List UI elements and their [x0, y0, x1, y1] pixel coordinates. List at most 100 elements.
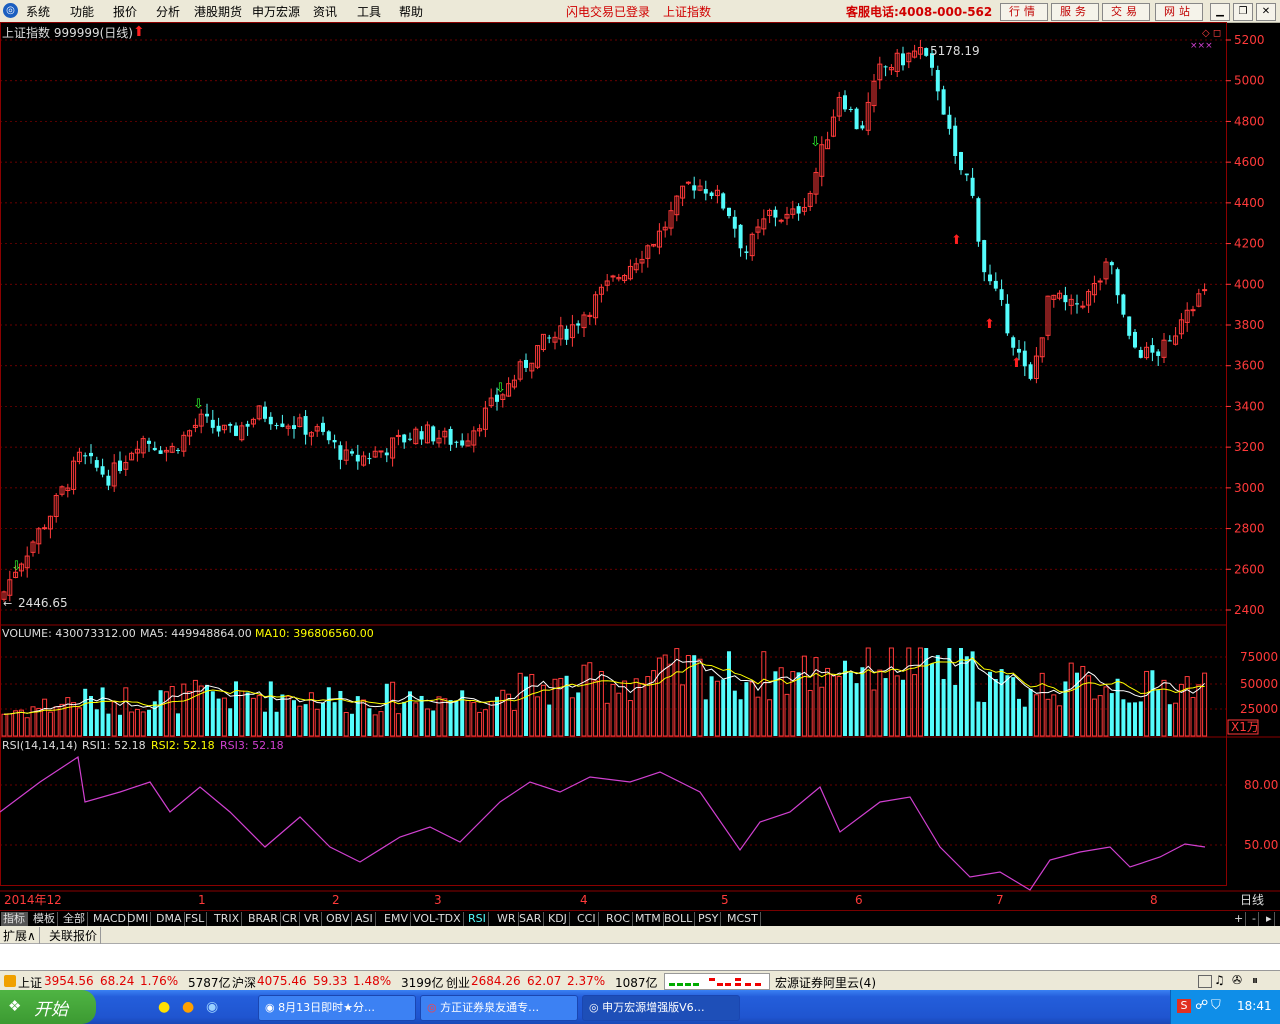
indicator-tab-kdj[interactable]: KDJ [546, 912, 570, 926]
volume-bar-up [784, 693, 790, 737]
indicator-tab-vr[interactable]: VR [302, 912, 323, 926]
candle-body-down [268, 416, 273, 425]
indicator-tab-模板[interactable]: 模板 [31, 912, 58, 926]
indicator-tab-mcst[interactable]: MCST [725, 912, 761, 926]
menu-analysis[interactable]: 分析 [156, 3, 180, 20]
start-button[interactable]: ❖ 开始 [0, 990, 96, 1024]
volume-bar-down [1121, 699, 1126, 736]
volume-bar-down [332, 702, 337, 736]
volume-bar-up [535, 696, 541, 737]
indicator-tab-asi[interactable]: ASI [353, 912, 376, 926]
indicator-tab-trix[interactable]: TRIX [212, 912, 243, 926]
task-fangzheng-window[interactable]: ◎ 方正证券泉友通专… [420, 995, 578, 1021]
volume-bar-down [930, 663, 934, 736]
hs-index-name[interactable]: 沪深 [232, 974, 256, 991]
indicator-tab-fsl[interactable]: FSL [183, 912, 208, 926]
window-icon[interactable] [1198, 975, 1212, 988]
candle-body-down [205, 413, 209, 417]
volume-bar-up [1097, 695, 1103, 737]
indicator-tab-obv[interactable]: OBV [324, 912, 353, 926]
price-tick-label: 5000 [1234, 74, 1265, 88]
nav-trade-button[interactable]: 交易 [1102, 3, 1150, 21]
tab-related-quotes[interactable]: 关联报价 [46, 927, 102, 944]
volume-bar-down [854, 683, 859, 736]
candle-body-down [1127, 316, 1132, 336]
task-news-window[interactable]: ◉ 8月13日即时★分… [258, 995, 416, 1021]
quicklaunch-browser-icon[interactable]: ◉ [206, 999, 218, 1015]
indicator-tab-wr[interactable]: WR [495, 912, 519, 926]
volume-bar-up [627, 700, 633, 737]
add-indicator-button[interactable]: + [1232, 912, 1247, 926]
indicator-tab-dmi[interactable]: DMI [125, 912, 152, 926]
indicator-tab-rsi[interactable]: RSI [466, 912, 489, 926]
menu-quote[interactable]: 报价 [113, 3, 137, 20]
close-icon[interactable]: ✕ [1256, 3, 1276, 21]
nav-quotes-button[interactable]: 行情 [1000, 3, 1048, 21]
indicator-tab-sar[interactable]: SAR [517, 912, 545, 926]
menu-news[interactable]: 资讯 [313, 3, 337, 20]
quicklaunch-media-icon[interactable]: ● [158, 999, 170, 1015]
rsi-line [0, 755, 1206, 891]
broker-server[interactable]: 宏源证券阿里云(4) [775, 974, 876, 991]
chart-option-icon[interactable]: ◇ ◻ [1202, 28, 1221, 39]
volume-bar-up [1086, 675, 1092, 737]
volume-bar-down [744, 682, 749, 736]
indicator-tab-cr[interactable]: CR [280, 912, 301, 926]
indicator-tab-brar[interactable]: BRAR [246, 912, 281, 926]
menu-hk-futures[interactable]: 港股期货 [194, 3, 242, 20]
quicklaunch-firefox-icon[interactable]: ● [182, 999, 194, 1015]
sogou-icon[interactable]: S [1177, 999, 1191, 1013]
candle-body-down [158, 450, 163, 454]
nav-service-button[interactable]: 服务 [1051, 3, 1099, 21]
candle-body-down [692, 185, 697, 191]
remove-indicator-button[interactable]: - [1250, 912, 1259, 926]
kline-chart[interactable]: ⇩ ⇩ ⇩ ⇩ ⬆ ⬆ ⬆ 5200 5000 4800 4600 4400 4200 4000 3800… [0, 22, 1280, 910]
indicator-tab-cci[interactable]: CCI [575, 912, 599, 926]
tab-scroll-icon[interactable]: ▸ [1264, 912, 1275, 926]
rsi3-label: RSI3: 52.18 [220, 739, 284, 752]
volume-bar-up [767, 699, 773, 737]
indicator-tab-emv[interactable]: EMV [382, 912, 411, 926]
security-icon[interactable]: ⛉ [1211, 998, 1221, 1013]
volume-tick-label: 50000 [1240, 677, 1278, 691]
candle-body-up [1202, 289, 1208, 292]
indicator-tab-macd[interactable]: MACD [91, 912, 129, 926]
indicator-tab-vol-tdx[interactable]: VOL-TDX [411, 912, 464, 926]
volume-bar-down [721, 679, 726, 736]
candle-body-down [1167, 340, 1172, 342]
time-label-1: 1 [198, 893, 206, 907]
task-swhy-window[interactable]: ◎ 申万宏源增强版V6… [582, 995, 740, 1021]
cy-index-name[interactable]: 创业 [446, 974, 470, 991]
candle-body-down [431, 426, 436, 442]
indicator-tab-boll[interactable]: BOLL [662, 912, 696, 926]
candle-body-down [106, 475, 111, 486]
period-label: 日线 [1240, 893, 1264, 907]
candle-body-down [1017, 348, 1021, 353]
volume-bar-down [964, 656, 969, 736]
indicator-tab-指标[interactable]: 指标 [1, 912, 28, 926]
nav-website-button[interactable]: 网站 [1155, 3, 1203, 21]
candle-body-down [367, 458, 372, 460]
network-icon[interactable]: ☍ [1195, 998, 1208, 1013]
indicator-tab-mtm[interactable]: MTM [633, 912, 664, 926]
tab-extend[interactable]: 扩展∧ [0, 927, 40, 944]
sh-index-name[interactable]: 上证 [18, 974, 42, 991]
bell-icon[interactable]: ♫ [1214, 973, 1225, 987]
indicator-tab-psy[interactable]: PSY [696, 912, 722, 926]
indicator-tab-roc[interactable]: ROC [604, 912, 633, 926]
volume-bar-up [163, 691, 169, 737]
sh-index-amount: 5787亿 [188, 976, 231, 990]
indicator-tab-全部[interactable]: 全部 [61, 912, 88, 926]
tool-icon[interactable]: ✇ [1232, 973, 1242, 987]
menu-system[interactable]: 系统 [26, 3, 50, 20]
menu-help[interactable]: 帮助 [399, 3, 423, 20]
restore-icon[interactable]: ❐ [1233, 3, 1253, 21]
menu-swhy[interactable]: 申万宏源 [252, 3, 300, 20]
volume-ma5-label: MA5: 449948864.00 [140, 627, 252, 640]
minimize-icon[interactable]: ▁ [1210, 3, 1230, 21]
volume-bar-up [1173, 702, 1179, 737]
volume-bar-down [280, 694, 285, 736]
menu-function[interactable]: 功能 [70, 3, 94, 20]
indicator-tab-dma[interactable]: DMA [154, 912, 185, 926]
menu-tools[interactable]: 工具 [357, 3, 381, 20]
